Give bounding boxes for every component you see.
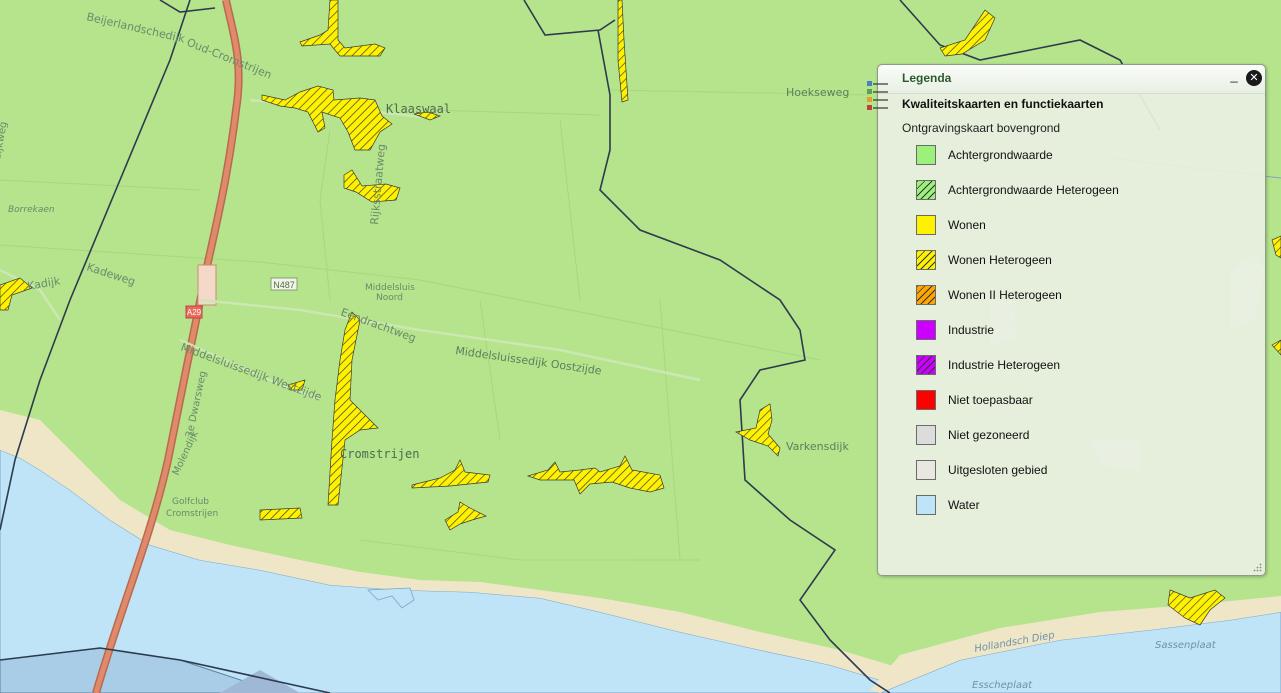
legend-item-label: Wonen Heterogeen [948, 253, 1052, 267]
legend-swatch [916, 495, 936, 515]
legend-panel: Legenda _ ✕ Kwaliteitskaarten en functie… [867, 64, 1266, 576]
legend-sublayer-title: Ontgravingskaart bovengrond [902, 121, 1061, 135]
svg-text:Esscheplaat: Esscheplaat [972, 680, 1033, 691]
svg-text:Noord: Noord [376, 293, 403, 303]
svg-text:Varkensdijk: Varkensdijk [786, 440, 849, 453]
legend-item-label: Water [948, 498, 980, 512]
legend-swatch [916, 460, 936, 480]
legend-swatch [916, 250, 936, 270]
svg-text:Hoekseweg: Hoekseweg [786, 86, 849, 99]
legend-item-label: Industrie [948, 323, 995, 337]
legend-swatch [916, 425, 936, 445]
svg-text:Klaaswaal: Klaaswaal [386, 102, 451, 116]
legend-swatch [916, 180, 936, 200]
svg-text:Golfclub: Golfclub [172, 497, 209, 507]
close-button[interactable]: ✕ [1246, 70, 1262, 86]
legend-item-label: Industrie Heterogeen [948, 358, 1061, 372]
legend-item-label: Achtergrondwaarde [948, 148, 1053, 162]
legend-item-label: Uitgesloten gebied [948, 463, 1048, 477]
svg-text:Sassenplaat: Sassenplaat [1155, 640, 1217, 651]
svg-text:Borrekaen: Borrekaen [8, 205, 55, 215]
svg-text:Cromstrijen: Cromstrijen [166, 509, 218, 519]
legend-item-label: Wonen II Heterogeen [948, 288, 1062, 302]
legend-swatch [916, 215, 936, 235]
legend-title: Legenda [902, 71, 952, 85]
legend-swatch [916, 390, 936, 410]
layers-icon[interactable] [866, 79, 890, 111]
legend-swatch [916, 285, 936, 305]
svg-text:Cromstrijen: Cromstrijen [340, 447, 419, 461]
legend-swatch [916, 355, 936, 375]
legend-group-title: Kwaliteitskaarten en functiekaarten [902, 97, 1104, 111]
svg-text:Middelsluis: Middelsluis [365, 283, 415, 293]
legend-item-label: Niet toepasbaar [948, 393, 1033, 407]
legend-item-label: Wonen [948, 218, 986, 232]
legend-item-label: Niet gezoneerd [948, 428, 1030, 442]
resize-grip-icon[interactable] [1253, 563, 1262, 572]
svg-text:N487: N487 [273, 280, 295, 290]
legend-swatch [916, 320, 936, 340]
svg-text:A29: A29 [187, 308, 202, 317]
legend-item-label: Achtergrondwaarde Heterogeen [948, 183, 1119, 197]
minimize-button[interactable]: _ [1228, 67, 1240, 85]
legend-swatch [916, 145, 936, 165]
